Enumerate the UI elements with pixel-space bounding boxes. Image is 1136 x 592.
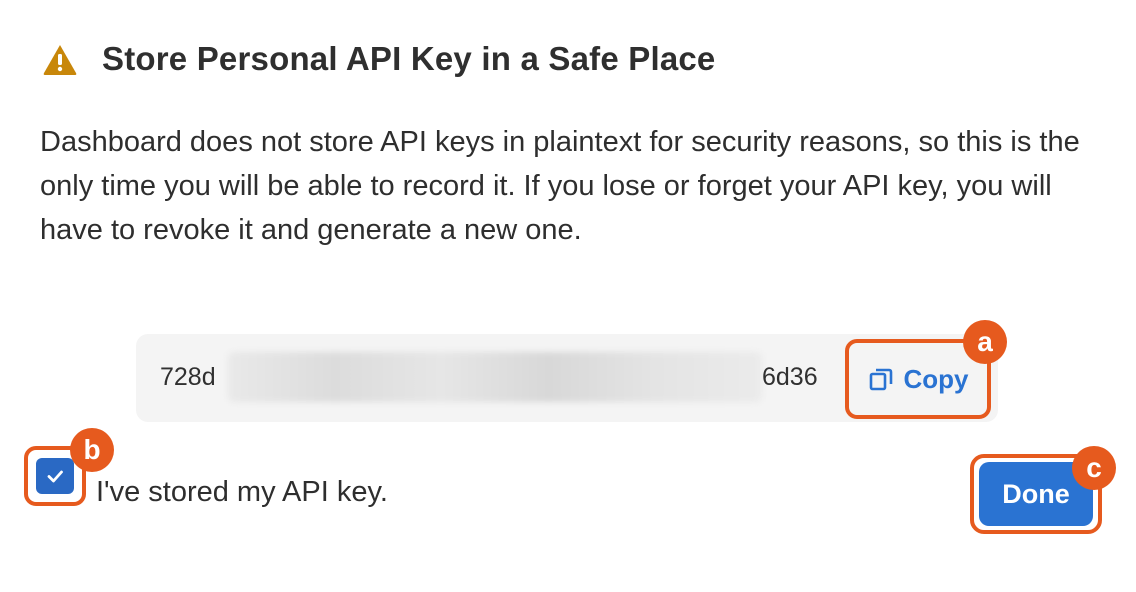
checkbox-checked: [36, 458, 74, 494]
callout-badge-a: a: [963, 320, 1007, 364]
dialog-description: Dashboard does not store API keys in pla…: [40, 126, 1080, 246]
dialog-title: Store Personal API Key in a Safe Place: [102, 40, 716, 77]
checkbox-label: I've stored my API key.: [96, 476, 388, 508]
dialog-header: [42, 42, 78, 78]
copy-icon: [868, 366, 894, 392]
checkmark-icon: [47, 470, 63, 483]
api-key-prefix: 728d: [160, 363, 216, 391]
callout-badge-c: c: [1072, 446, 1116, 490]
api-key-suffix: 6d36: [762, 363, 818, 391]
warning-icon: [42, 42, 78, 78]
callout-badge-b: b: [70, 428, 114, 472]
copy-label: Copy: [903, 363, 969, 394]
api-key-redacted: [228, 352, 762, 402]
